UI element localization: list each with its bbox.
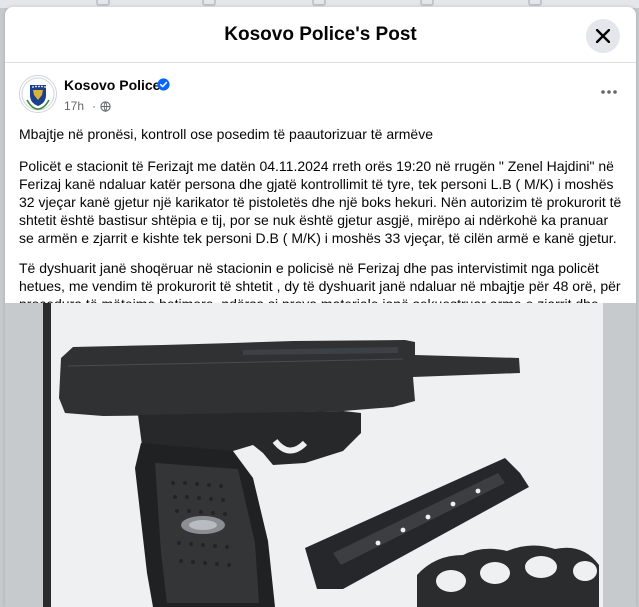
more-options-icon[interactable] (599, 85, 619, 99)
verified-badge-icon (157, 78, 170, 91)
background-marketplace-icon (312, 0, 326, 6)
background-video-icon (202, 0, 216, 6)
post-photo[interactable] (5, 303, 636, 607)
post-headline: Mbajtje në pronësi, kontroll ose posedim… (19, 126, 433, 142)
background-gaming-icon (528, 0, 542, 6)
post-author-row: Kosovo Police 17h · (19, 75, 619, 117)
dialog-title: Kosovo Police's Post (224, 24, 417, 45)
close-icon (596, 29, 610, 43)
globe-icon[interactable] (100, 101, 111, 112)
background-groups-icon (420, 0, 434, 6)
photo-frame (43, 303, 603, 607)
background-home-icon (96, 0, 110, 6)
avatar[interactable] (19, 75, 57, 113)
police-emblem-icon (21, 77, 55, 111)
author-name[interactable]: Kosovo Police (64, 77, 160, 93)
post-dialog: Kosovo Police's Post Kosovo Police 17h ·… (5, 7, 636, 607)
post-timestamp[interactable]: 17h (64, 99, 84, 113)
dialog-header: Kosovo Police's Post (5, 7, 636, 63)
seized-pistol-magazine-brass-knuckles-photo (59, 340, 599, 607)
post-paragraph: Policët e stacionit të Ferizajt me datën… (19, 158, 622, 246)
meta-separator: · (92, 99, 96, 113)
close-button[interactable] (586, 19, 620, 53)
